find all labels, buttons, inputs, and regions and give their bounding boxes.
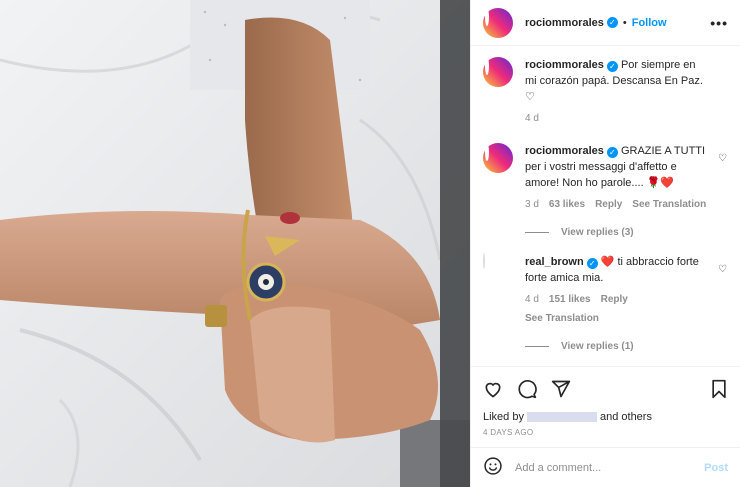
caption-time[interactable]: 4 d: [525, 111, 539, 127]
bookmark-icon[interactable]: [710, 379, 728, 399]
verified-badge-icon: ✓: [606, 61, 618, 72]
commenter-avatar[interactable]: [483, 253, 513, 284]
comment-username[interactable]: real_brown: [525, 256, 584, 268]
liked-by-prefix: Liked by: [483, 411, 524, 423]
author-avatar[interactable]: [483, 57, 513, 87]
verified-badge-icon: ✓: [586, 258, 598, 269]
view-replies-label: View replies (1): [561, 341, 634, 352]
follow-button[interactable]: Follow: [632, 17, 667, 29]
comment-username[interactable]: rociommorales: [525, 145, 604, 157]
author-avatar[interactable]: [483, 7, 513, 38]
post-sidebar: rociommorales ✓ • Follow ••• rociommoral…: [470, 0, 740, 487]
view-replies-button[interactable]: View replies (3): [525, 227, 728, 238]
replies-line: [525, 232, 549, 233]
reply-button[interactable]: Reply: [601, 292, 628, 308]
author-username[interactable]: rociommorales: [525, 17, 604, 29]
see-translation-link[interactable]: See Translation: [632, 197, 706, 213]
post-header: rociommorales ✓ • Follow •••: [471, 0, 740, 46]
add-comment-input[interactable]: [515, 461, 705, 474]
post-comment-button[interactable]: Post: [704, 462, 728, 474]
liked-by-suffix[interactable]: and others: [600, 411, 652, 423]
caption: rociommorales ✓ Por siempre en mi corazón…: [483, 57, 728, 127]
comment-item: rociommorales ✓ GRAZIE A TUTTI per i vost…: [483, 143, 728, 213]
liked-by: Liked by and others: [483, 411, 728, 423]
verified-badge-icon: ✓: [606, 147, 618, 158]
comment-likes[interactable]: 63 likes: [549, 197, 585, 213]
comment-item: real_brown ✓ ❤️ ti abbraccio forte forte …: [483, 253, 728, 327]
separator-dot: •: [622, 16, 627, 29]
liked-by-user-redacted[interactable]: [526, 412, 597, 422]
commenter-avatar[interactable]: [483, 143, 513, 173]
post-date[interactable]: 4 DAYS AGO: [483, 428, 728, 437]
view-replies-label: View replies (3): [561, 227, 634, 238]
replies-line: [525, 346, 549, 347]
comment-likes[interactable]: 151 likes: [549, 292, 591, 308]
comment-time[interactable]: 3 d: [525, 197, 539, 213]
heart-icon[interactable]: [483, 379, 503, 399]
comment-like-heart-icon[interactable]: ♡: [718, 264, 728, 275]
comment-icon[interactable]: [517, 379, 537, 399]
add-comment-bar: Post: [471, 447, 740, 487]
caption-username[interactable]: rociommorales: [525, 59, 604, 71]
more-options-icon[interactable]: •••: [710, 15, 728, 31]
verified-badge-icon: ✓: [606, 17, 618, 28]
emoji-icon[interactable]: [483, 456, 503, 479]
post-photo: [0, 0, 470, 487]
reply-button[interactable]: Reply: [595, 197, 622, 213]
share-icon[interactable]: [551, 379, 571, 399]
comment-time[interactable]: 4 d: [525, 292, 539, 308]
see-translation-link[interactable]: See Translation: [525, 311, 599, 327]
comment-like-heart-icon[interactable]: ♡: [718, 153, 728, 164]
view-replies-button[interactable]: View replies (1): [525, 341, 728, 352]
comments-list[interactable]: rociommorales ✓ Por siempre en mi corazón…: [471, 47, 740, 365]
post-actions: Liked by and others 4 DAYS AGO: [471, 366, 740, 446]
